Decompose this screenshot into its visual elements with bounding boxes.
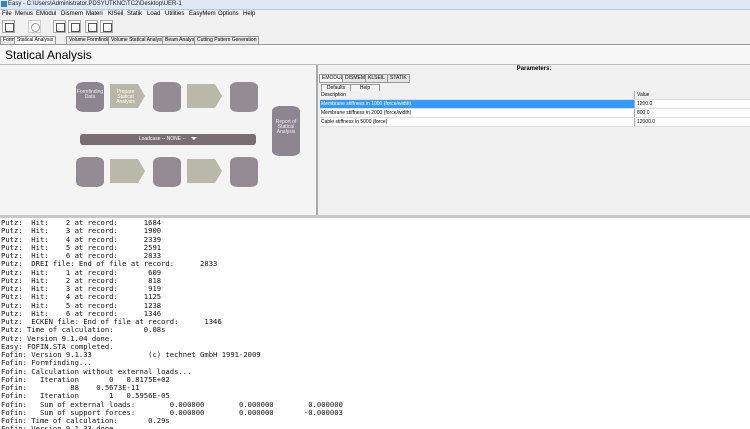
menu-materi[interactable]: Materi bbox=[86, 11, 103, 17]
magnifier-icon bbox=[88, 23, 97, 32]
menu-bar: File Menus EModul Dismem Materi KlSeil S… bbox=[0, 10, 750, 19]
bottom-step-2[interactable] bbox=[187, 159, 222, 183]
menu-menus[interactable]: Menus bbox=[15, 11, 33, 17]
circle-icon bbox=[31, 23, 40, 32]
bottom-step-1[interactable] bbox=[110, 159, 145, 183]
menu-dismem[interactable]: Dismem bbox=[61, 11, 83, 17]
table-row[interactable]: Cable stiffness in 5000 (force) 12000.0 bbox=[320, 118, 750, 127]
menu-easymem[interactable]: EasyMem bbox=[189, 11, 216, 17]
column-value: Value bbox=[636, 91, 750, 99]
row-description: Cable stiffness in 5000 (force) bbox=[320, 118, 635, 126]
row-value[interactable]: 12000.0 bbox=[636, 118, 750, 126]
tab-statical-analysis[interactable]: Statical Analysis bbox=[14, 36, 57, 45]
heading-bar: Statical Analysis bbox=[0, 45, 750, 65]
tab-volume-statical-analysis[interactable]: Volume Statical Analysis bbox=[108, 36, 169, 45]
menu-emodul[interactable]: EModul bbox=[36, 11, 56, 17]
parameters-table: Description Value Membrane stiffness in … bbox=[320, 91, 750, 127]
row-value[interactable]: 1200.0 bbox=[636, 100, 750, 108]
tab-bar: Formfinding Statical Analysis Volume For… bbox=[0, 35, 750, 45]
results-icon bbox=[71, 23, 80, 32]
menu-help[interactable]: Help bbox=[243, 11, 255, 17]
print-icon bbox=[103, 23, 112, 32]
top-data-node-3[interactable] bbox=[230, 82, 258, 112]
tab-cutting-pattern-generation[interactable]: Cutting Pattern Generation bbox=[194, 36, 260, 45]
prepare-statical-analysis-step[interactable]: Prepare Statical Analysis bbox=[110, 84, 145, 108]
bottom-data-node-2[interactable] bbox=[153, 157, 181, 187]
menu-file[interactable]: File bbox=[2, 11, 12, 17]
row-description: Membrane stiffness in 2000 (force/width) bbox=[320, 109, 635, 117]
window-title: Easy - C:\Users\Administrator.PDSYUTKNC\… bbox=[8, 1, 182, 7]
view-model-button[interactable] bbox=[53, 20, 66, 33]
console-output[interactable]: Putz: Hit: 2 at record: 1684 Putz: Hit: … bbox=[0, 218, 750, 429]
open-button[interactable] bbox=[2, 20, 15, 33]
menu-statik[interactable]: Statik bbox=[127, 11, 142, 17]
table-row[interactable]: Membrane stiffness in 2000 (force/width)… bbox=[320, 109, 750, 118]
app-icon bbox=[1, 1, 7, 7]
print-button[interactable] bbox=[100, 20, 113, 33]
row-value[interactable]: 800.0 bbox=[636, 109, 750, 117]
table-row[interactable]: Membrane stiffness in 1000 (force/width)… bbox=[320, 100, 750, 109]
menu-utilities[interactable]: Utilities bbox=[165, 11, 184, 17]
page-title: Statical Analysis bbox=[5, 48, 92, 62]
loadcase-label: Loadcase -- NONE -- bbox=[138, 136, 186, 142]
title-bar: Easy - C:\Users\Administrator.PDSYUTKNC\… bbox=[0, 0, 750, 10]
menu-options[interactable]: Options bbox=[218, 11, 239, 17]
zoom-button[interactable] bbox=[85, 20, 98, 33]
workflow-diagram: Formfinding Data Prepare Statical Analys… bbox=[0, 65, 316, 215]
disabled-tool-button[interactable] bbox=[28, 20, 41, 33]
report-node[interactable]: Report of Statical Analysis bbox=[272, 106, 300, 156]
bottom-data-node-1[interactable] bbox=[76, 157, 104, 187]
view-results-button[interactable] bbox=[68, 20, 81, 33]
loadcase-dropdown[interactable]: Loadcase -- NONE -- bbox=[80, 134, 256, 145]
toolbar bbox=[0, 19, 750, 36]
chevron-down-icon bbox=[191, 137, 198, 141]
model-icon bbox=[56, 23, 65, 32]
parameters-panel: Parameters: EMODUL DISMEM KLSEIL STATIK … bbox=[318, 65, 750, 215]
parameters-title: Parameters: bbox=[516, 66, 552, 72]
bottom-data-node-3[interactable] bbox=[230, 157, 258, 187]
console-text: Putz: Hit: 2 at record: 1684 Putz: Hit: … bbox=[1, 218, 343, 429]
row-description: Membrane stiffness in 1000 (force/width) bbox=[320, 100, 635, 108]
param-tab-klseil[interactable]: KLSEIL bbox=[365, 74, 388, 83]
top-data-node-2[interactable] bbox=[153, 82, 181, 112]
param-tab-statik[interactable]: STATIK bbox=[387, 74, 410, 83]
table-header: Description Value bbox=[320, 91, 750, 100]
menu-load[interactable]: Load bbox=[147, 11, 160, 17]
formfinding-data-node[interactable]: Formfinding Data bbox=[76, 82, 104, 112]
column-description: Description bbox=[320, 91, 635, 99]
top-step-2[interactable] bbox=[187, 84, 222, 108]
menu-klseil[interactable]: KlSeil bbox=[108, 11, 123, 17]
folder-icon bbox=[5, 23, 14, 32]
